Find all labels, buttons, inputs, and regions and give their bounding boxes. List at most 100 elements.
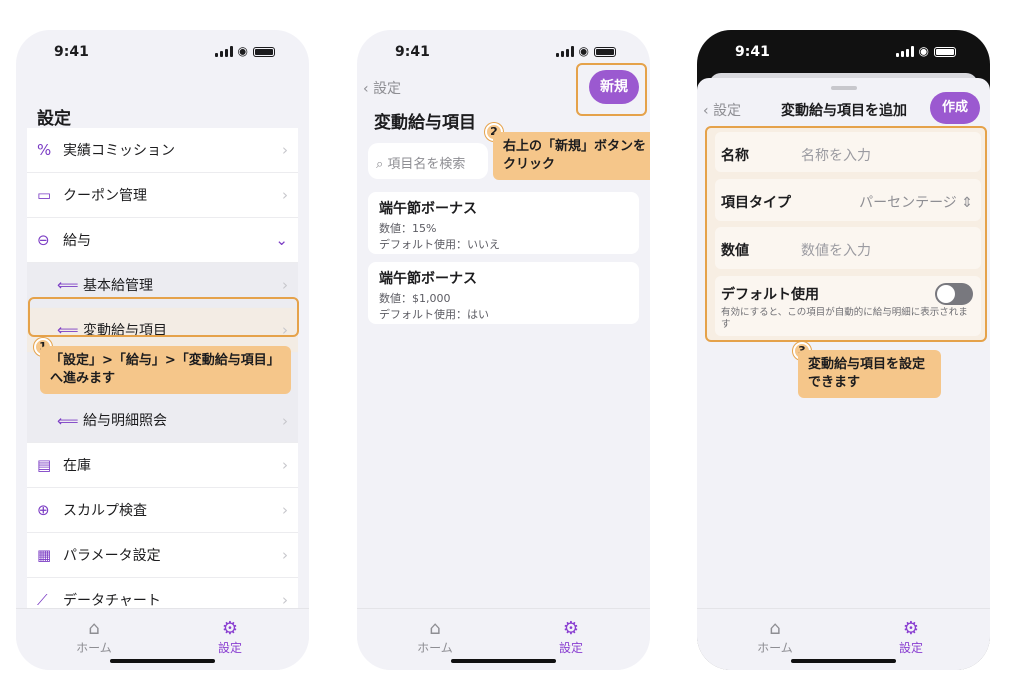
sheet-title: 変動給与項目を追加 [781, 103, 907, 119]
signal-icon [895, 46, 914, 57]
settings-item-label: データチャート [63, 593, 161, 609]
instruction-callout: 右上の「新規」ボタンをクリック [493, 132, 650, 180]
search-placeholder: 項目名を検索 [387, 157, 466, 172]
chart-icon: ⟋ [37, 591, 48, 609]
parameters-icon: ▦ [37, 546, 52, 564]
list-item[interactable]: 端午節ボーナス 数値：$1,000 デフォルト使用：はい [368, 262, 639, 324]
home-icon: ⌂ [88, 618, 100, 639]
form-highlight-frame: 名称 名称を入力 項目タイプ パーセンテージ ⇕ 数値 数値を入力 デフォルト使… [705, 126, 987, 342]
settings-item-label: 給与 [63, 233, 91, 249]
value-field[interactable]: 数値 数値を入力 [715, 227, 981, 269]
chevron-updown-icon: ⇕ [961, 195, 973, 211]
tab-settings[interactable]: ⚙ 設定 [871, 619, 951, 656]
item-default: デフォルト使用：はい [379, 308, 489, 321]
tab-label: 設定 [558, 641, 583, 655]
back-button[interactable]: ‹ 設定 [363, 78, 401, 98]
type-field[interactable]: 項目タイプ パーセンテージ ⇕ [715, 179, 981, 221]
tab-bar: ⌂ ホーム ⚙ 設定 [697, 608, 990, 670]
new-button[interactable]: 新規 [589, 70, 639, 104]
tab-home[interactable]: ⌂ ホーム [54, 619, 134, 656]
tab-settings[interactable]: ⚙ 設定 [531, 619, 611, 656]
settings-item-label: パラメータ設定 [63, 548, 161, 564]
status-icons: ◉ [895, 44, 956, 58]
home-indicator [110, 659, 215, 663]
settings-item-label: 実績コミッション [63, 143, 175, 159]
chevron-right-icon: › [282, 501, 288, 519]
item-default: デフォルト使用：いいえ [379, 238, 500, 251]
coupon-icon: ▭ [37, 186, 52, 204]
sheet-grabber[interactable] [831, 86, 857, 90]
settings-item-inventory[interactable]: ▤ 在庫 › [27, 443, 298, 488]
magnifier-icon: ⊕ [37, 501, 50, 519]
signal-icon [555, 46, 574, 57]
tab-home[interactable]: ⌂ ホーム [735, 619, 815, 656]
signal-icon [214, 46, 233, 57]
wifi-icon: ◉ [237, 44, 248, 58]
phone-variable-pay-list: 9:41 ◉ ‹ 設定 新規 変動給与項目 ⌕ 項目名を検索 2 右上の「新規」… [357, 30, 650, 670]
item-value: 数値：$1,000 [379, 292, 451, 305]
field-hint: 有効にすると、この項目が自動的に給与明細に表示されます [721, 307, 968, 330]
wifi-icon: ◉ [578, 44, 589, 58]
status-time: 9:41 [735, 44, 770, 60]
arrow-left-icon: ⟸ [57, 276, 79, 294]
search-input[interactable]: ⌕ 項目名を検索 [368, 143, 488, 179]
create-button[interactable]: 作成 [930, 92, 980, 124]
default-field: デフォルト使用 有効にすると、この項目が自動的に給与明細に表示されます [715, 276, 981, 336]
back-button[interactable]: ‹ 設定 [703, 100, 741, 120]
status-time: 9:41 [395, 44, 430, 60]
item-value: 数値：15% [379, 222, 437, 235]
tab-home[interactable]: ⌂ ホーム [395, 619, 475, 656]
list-item[interactable]: 端午節ボーナス 数値：15% デフォルト使用：いいえ [368, 192, 639, 254]
chevron-left-icon: ‹ [703, 103, 714, 119]
tab-label: 設定 [217, 641, 242, 655]
tab-bar: ⌂ ホーム ⚙ 設定 [357, 608, 650, 670]
settings-item-salary[interactable]: ⊖ 給与 ⌄ [27, 218, 298, 263]
tab-label: ホーム [417, 641, 453, 655]
arrow-left-icon: ⟸ [57, 412, 79, 430]
battery-icon [934, 46, 956, 57]
name-field[interactable]: 名称 名称を入力 [715, 132, 981, 172]
status-time: 9:41 [54, 44, 89, 60]
settings-item-parameters[interactable]: ▦ パラメータ設定 › [27, 533, 298, 578]
settings-item-commission[interactable]: % 実績コミッション › [27, 128, 298, 173]
home-icon: ⌂ [429, 618, 441, 639]
highlight-frame [28, 297, 299, 337]
wifi-icon: ◉ [918, 44, 929, 58]
home-indicator [791, 659, 896, 663]
chevron-left-icon: ‹ [363, 81, 374, 97]
phone-settings-screen: 9:41 ◉ 設定 % 実績コミッション › ▭ クーポン管理 › ⊖ 給与 ⌄ ⟸ 基本給管… [16, 30, 309, 670]
chevron-down-icon: ⌄ [275, 231, 288, 249]
tab-label: ホーム [757, 641, 793, 655]
value-input[interactable]: 数値を入力 [801, 240, 871, 260]
default-toggle[interactable] [935, 283, 973, 305]
tab-settings[interactable]: ⚙ 設定 [190, 619, 270, 656]
battery-icon [253, 46, 275, 57]
gear-icon: ⚙ [902, 618, 920, 639]
back-label: 設定 [713, 103, 742, 119]
settings-item-label: 給与明細照会 [83, 413, 167, 429]
settings-item-scalp-check[interactable]: ⊕ スカルプ検査 › [27, 488, 298, 533]
item-title: 端午節ボーナス [379, 271, 477, 287]
chevron-right-icon: › [282, 456, 288, 474]
type-select-value: パーセンテージ [859, 195, 957, 211]
settings-item-label: 基本給管理 [83, 278, 153, 294]
field-label: デフォルト使用 [721, 287, 819, 303]
settings-item-coupon[interactable]: ▭ クーポン管理 › [27, 173, 298, 218]
phone-add-variable-pay: 9:41 ◉ ‹ 設定 変動給与項目を追加 作成 名称 名称を入力 項目タイプ … [697, 30, 990, 670]
battery-icon [594, 46, 616, 57]
home-indicator [451, 659, 556, 663]
instruction-callout: 変動給与項目を設定できます [798, 350, 941, 398]
chevron-right-icon: › [282, 591, 288, 609]
instruction-callout: 「設定」>「給与」>「変動給与項目」へ進みます [40, 346, 291, 394]
chevron-right-icon: › [282, 546, 288, 564]
search-icon: ⌕ [376, 157, 384, 172]
settings-item-label: 在庫 [63, 458, 91, 474]
chevron-right-icon: › [282, 276, 288, 294]
status-icons: ◉ [214, 44, 275, 58]
page-title: 変動給与項目 [374, 113, 476, 133]
tab-bar: ⌂ ホーム ⚙ 設定 [16, 608, 309, 670]
settings-item-label: スカルプ検査 [63, 503, 147, 519]
type-select[interactable]: パーセンテージ ⇕ [859, 192, 973, 212]
tab-label: ホーム [76, 641, 112, 655]
name-input[interactable]: 名称を入力 [801, 145, 871, 165]
